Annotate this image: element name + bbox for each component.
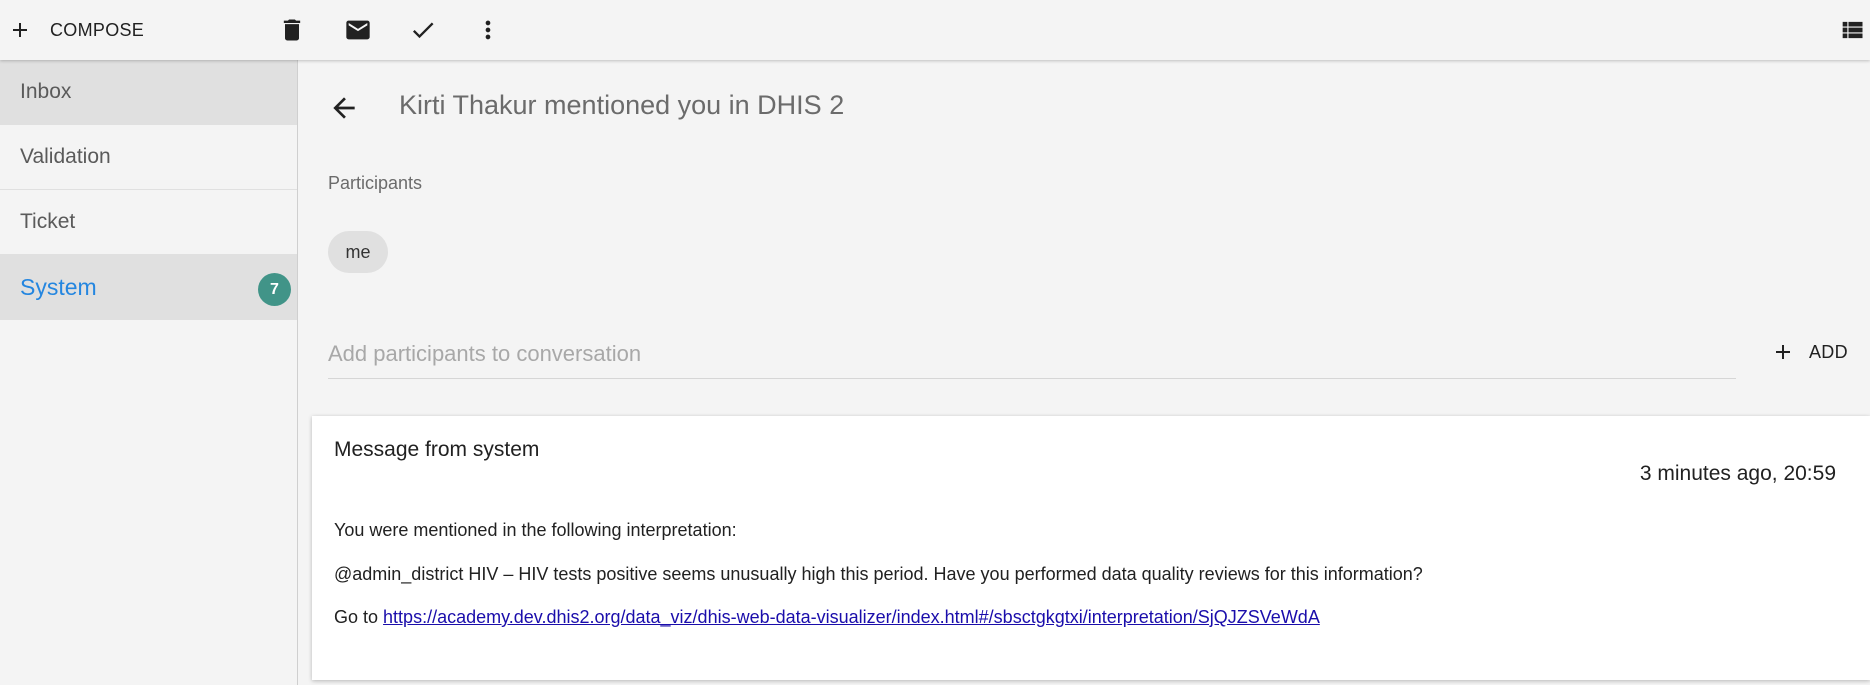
conversation-subject: Kirti Thakur mentioned you in DHIS 2: [399, 90, 845, 120]
participants-label: Participants: [328, 173, 423, 193]
sidebar: Inbox Validation Ticket System 7: [0, 60, 298, 685]
sidebar-item-validation[interactable]: Validation: [0, 125, 297, 190]
toolbar: COMPOSE: [0, 0, 1870, 60]
check-icon: [412, 22, 434, 39]
trash-icon: [283, 19, 301, 41]
unread-count-badge: 7: [258, 273, 291, 306]
conversation-panel: Kirti Thakur mentioned you in DHIS 2 Par…: [298, 60, 1870, 685]
message-goto-line: Go to https://academy.dev.dhis2.org/data…: [334, 607, 1320, 628]
mark-read-button[interactable]: [405, 12, 441, 48]
sidebar-item-label: System: [20, 273, 97, 300]
mail-icon: [346, 20, 370, 40]
list-view-icon: [1842, 21, 1863, 39]
back-arrow-icon[interactable]: [328, 92, 360, 124]
mark-unread-button[interactable]: [340, 12, 376, 48]
compose-label: COMPOSE: [50, 19, 145, 40]
compose-button[interactable]: COMPOSE: [8, 10, 144, 50]
message-timestamp: 3 minutes ago, 20:59: [1639, 462, 1836, 485]
message-sender: Message from system: [334, 438, 540, 461]
add-label: ADD: [1809, 341, 1848, 362]
message-card: Message from system 3 minutes ago, 20:59…: [312, 416, 1870, 680]
sidebar-item-system[interactable]: System 7: [0, 255, 297, 320]
goto-prefix: Go to: [334, 607, 379, 627]
sidebar-item-ticket[interactable]: Ticket: [0, 190, 297, 255]
sidebar-item-inbox[interactable]: Inbox: [0, 60, 297, 125]
more-options-button[interactable]: [470, 12, 506, 48]
add-participants-input[interactable]: [328, 330, 1736, 379]
delete-button[interactable]: [274, 12, 310, 48]
plus-icon: [13, 23, 27, 37]
participant-chip[interactable]: me: [328, 231, 388, 273]
message-line: You were mentioned in the following inte…: [334, 520, 737, 540]
sidebar-item-label: Validation: [20, 145, 111, 168]
more-vert-icon: [485, 20, 491, 40]
sidebar-item-label: Inbox: [20, 80, 72, 103]
sidebar-item-label: Ticket: [20, 210, 76, 233]
interpretation-link[interactable]: https://academy.dev.dhis2.org/data_viz/d…: [383, 607, 1320, 627]
message-line: @admin_district HIV – HIV tests positive…: [334, 564, 1423, 584]
add-participant-button[interactable]: ADD: [1771, 332, 1848, 372]
view-toggle-button[interactable]: [1834, 12, 1870, 48]
plus-icon: [1776, 345, 1790, 359]
